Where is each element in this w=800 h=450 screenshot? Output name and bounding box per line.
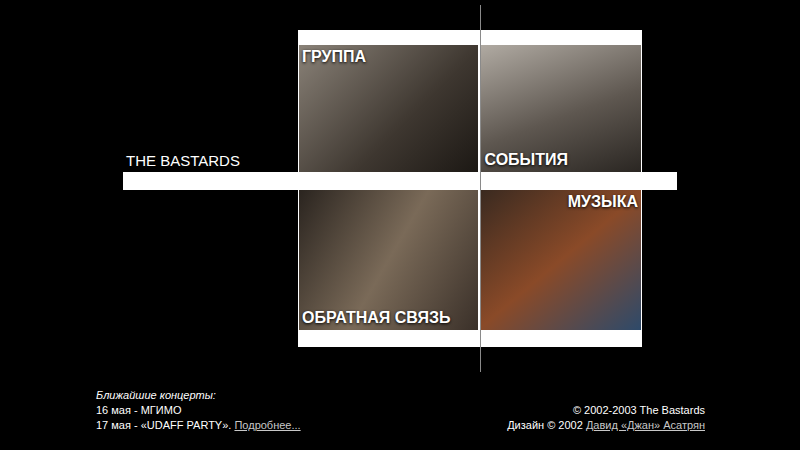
page: THE BASTARDS ГРУППА СОБЫТИЯ ОБРАТНАЯ СВЯЗЬ М… [0, 0, 800, 450]
copyright: © 2002-2003 The Bastards [573, 403, 705, 418]
main-area: THE BASTARDS ГРУППА СОБЫТИЯ ОБРАТНАЯ СВЯЗЬ М… [0, 0, 800, 347]
frame-row: ГРУППА СОБЫТИЯ [298, 45, 642, 172]
vertical-line [480, 5, 481, 372]
title-area: THE BASTARDS [123, 45, 298, 172]
design-credit: Дизайн © 2002 Давид «Джан» Асатрян [507, 418, 705, 433]
menu-tile[interactable]: СОБЫТИЯ [481, 45, 641, 172]
bottom-row: ОБРАТНАЯ СВЯЗЬ МУЗЫКА [298, 190, 642, 330]
menu-label[interactable]: ГРУППА [302, 47, 366, 67]
menu-tile[interactable]: МУЗЫКА [481, 190, 641, 330]
site-title: THE BASTARDS [126, 152, 240, 170]
designer-link[interactable]: Давид «Джан» Асатрян [586, 419, 705, 431]
horizontal-bar [123, 172, 677, 190]
concerts-heading: Ближайшие концерты: [96, 388, 301, 403]
menu-tile[interactable]: ГРУППА [299, 45, 478, 172]
menu-tile[interactable]: ОБРАТНАЯ СВЯЗЬ [299, 190, 478, 330]
footer: Ближайшие концерты:16 мая - МГИМО17 мая … [0, 388, 800, 433]
more-link[interactable]: Подробнее... [234, 419, 300, 431]
credits: © 2002-2003 The BastardsДизайн © 2002 Да… [507, 403, 705, 433]
frame-bottom [298, 330, 642, 347]
menu-label[interactable]: МУЗЫКА [568, 192, 638, 212]
menu-label[interactable]: ОБРАТНАЯ СВЯЗЬ [302, 308, 451, 328]
menu-label[interactable]: СОБЫТИЯ [484, 150, 568, 170]
concert-item: 16 мая - МГИМО [96, 403, 301, 418]
top-row: THE BASTARDS ГРУППА СОБЫТИЯ [123, 45, 800, 172]
concert-item: 17 мая - «UDAFF PARTY». Подробнее... [96, 418, 301, 433]
concerts: Ближайшие концерты:16 мая - МГИМО17 мая … [96, 388, 301, 433]
frame-top [298, 30, 642, 45]
